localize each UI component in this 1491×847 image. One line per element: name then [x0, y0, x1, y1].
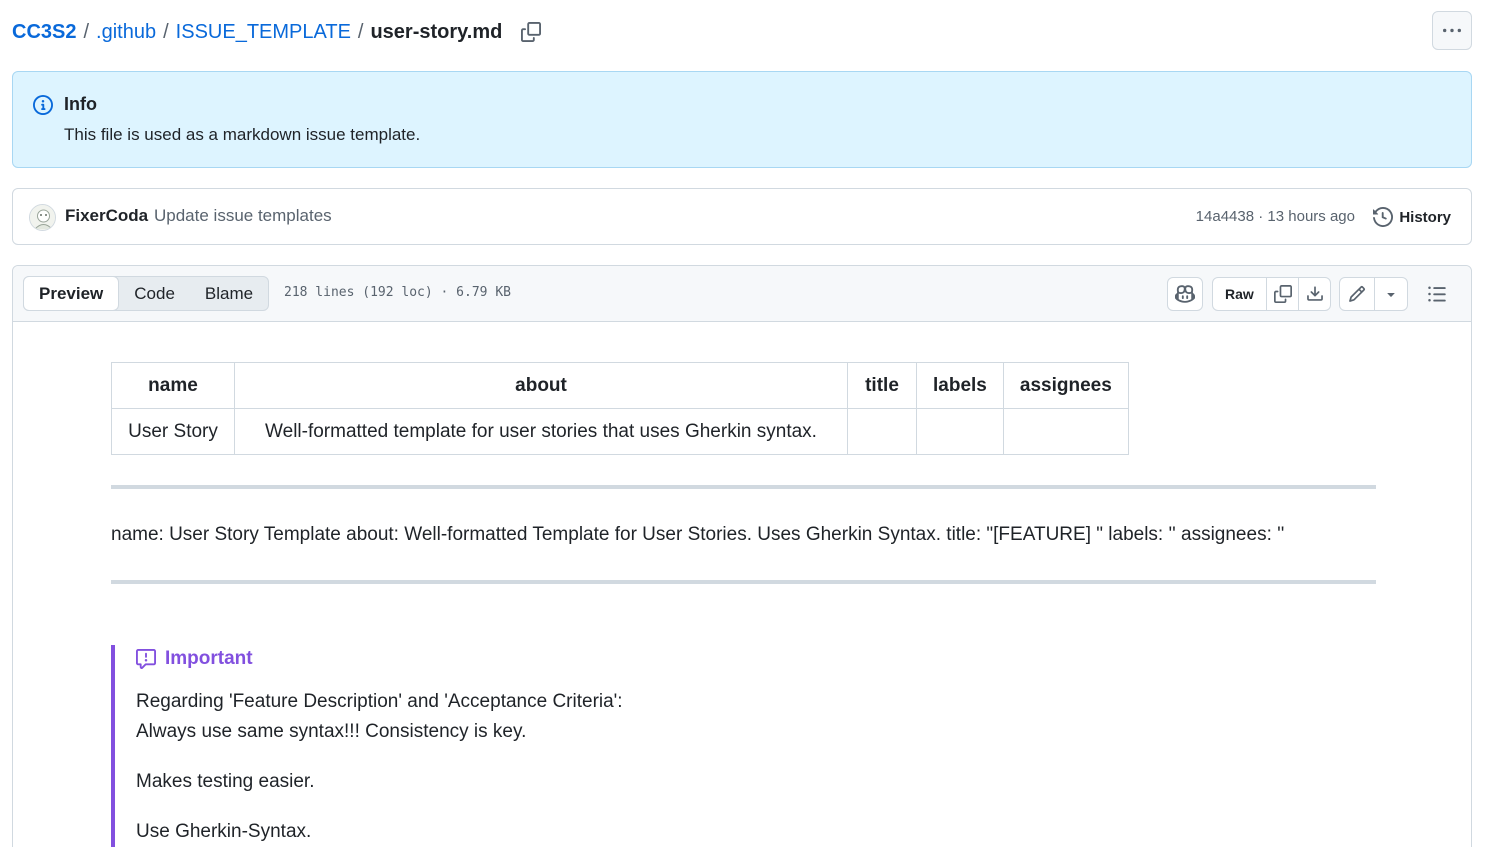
edit-options-dropdown[interactable]	[1374, 278, 1407, 310]
breadcrumb-file-name: user-story.md	[370, 20, 503, 43]
copilot-icon	[1175, 285, 1195, 303]
raw-copy-download-group: Raw	[1212, 277, 1331, 311]
commit-time: 13 hours ago	[1267, 208, 1355, 225]
raw-button[interactable]: Raw	[1213, 278, 1266, 310]
info-banner-text: This file is used as a markdown issue te…	[64, 125, 421, 144]
horizontal-rule	[111, 485, 1376, 489]
horizontal-rule	[111, 580, 1376, 584]
edit-group	[1339, 277, 1408, 311]
copy-icon	[1273, 285, 1292, 303]
view-mode-segmented-control: Preview Code Blame	[23, 276, 270, 311]
commit-message-link[interactable]: Update issue templates	[154, 206, 332, 226]
important-alert-label: Important	[165, 648, 253, 669]
file-viewer: Preview Code Blame 218 lines (192 loc) ·…	[12, 265, 1472, 847]
table-header-name: name	[111, 362, 235, 409]
front-matter-text: name: User Story Template about: Well-fo…	[111, 524, 1285, 545]
edit-file-button[interactable]	[1340, 278, 1374, 310]
table-cell-assignees	[1002, 408, 1129, 455]
info-banner-title: Info	[64, 94, 97, 114]
table-cell-about: Well-formatted template for user stories…	[234, 408, 848, 455]
table-cell-name: User Story	[111, 408, 235, 455]
breadcrumb-separator: /	[83, 20, 90, 43]
copy-icon	[521, 22, 542, 42]
info-banner: Info This file is used as a markdown iss…	[12, 71, 1472, 168]
avatar[interactable]	[29, 204, 56, 231]
front-matter-table: name about title labels assignees User S…	[111, 362, 1129, 455]
breadcrumb: CC3S2 / .github / ISSUE_TEMPLATE / user-…	[12, 18, 542, 46]
list-unordered-icon	[1428, 286, 1446, 302]
download-icon	[1306, 286, 1323, 301]
table-header-title: title	[847, 362, 917, 409]
history-icon	[1373, 207, 1394, 227]
pencil-icon	[1349, 286, 1365, 302]
latest-commit-box: FixerCoda Update issue templates 14a4438…	[12, 188, 1472, 245]
tab-blame[interactable]: Blame	[190, 277, 268, 310]
outline-button[interactable]	[1425, 282, 1449, 306]
table-header-about: about	[234, 362, 848, 409]
copilot-button[interactable]	[1167, 277, 1203, 311]
table-header-assignees: assignees	[1002, 362, 1129, 409]
copilot-cell[interactable]	[1168, 278, 1202, 310]
table-header-labels: labels	[916, 362, 1004, 409]
file-header: Preview Code Blame 218 lines (192 loc) ·…	[13, 266, 1471, 322]
history-button[interactable]: History	[1373, 204, 1451, 230]
important-line-2: Always use same syntax!!! Consistency is…	[136, 721, 527, 742]
tab-code[interactable]: Code	[119, 277, 190, 310]
tab-preview[interactable]: Preview	[23, 276, 120, 311]
breadcrumb-separator: /	[163, 20, 169, 43]
important-paragraph-2: Makes testing easier.	[136, 771, 315, 792]
history-label: History	[1399, 208, 1451, 226]
copy-raw-button[interactable]	[1265, 278, 1299, 310]
breadcrumb-github-link[interactable]: .github	[96, 21, 156, 44]
table-header-row: name about title labels assignees	[111, 362, 1129, 409]
commit-meta-dot: ·	[1258, 208, 1264, 225]
breadcrumb-repo-link[interactable]: CC3S2	[12, 21, 76, 44]
important-alert-title: Important	[136, 645, 1111, 673]
info-icon	[33, 95, 53, 115]
commit-author-link[interactable]: FixerCoda	[65, 206, 148, 226]
file-info: 218 lines (192 loc) · 6.79 KB	[284, 285, 511, 300]
report-icon	[136, 649, 156, 669]
table-cell-title	[847, 408, 917, 455]
triangle-down-icon	[1387, 293, 1395, 297]
download-button[interactable]	[1298, 278, 1330, 310]
copy-path-button[interactable]	[520, 21, 542, 43]
more-options-button[interactable]	[1432, 11, 1472, 50]
commit-meta: 14a4438 · 13 hours ago	[1196, 208, 1355, 225]
avatar-image	[30, 205, 55, 230]
important-line-1: Regarding 'Feature Description' and 'Acc…	[136, 691, 623, 712]
table-cell-labels	[916, 408, 1004, 455]
kebab-horizontal-icon	[1443, 28, 1461, 32]
breadcrumb-issue-template-link[interactable]: ISSUE_TEMPLATE	[176, 21, 351, 44]
commit-sha-link[interactable]: 14a4438	[1196, 208, 1254, 225]
breadcrumb-separator: /	[357, 20, 364, 43]
important-paragraph-3: Use Gherkin-Syntax.	[136, 821, 312, 842]
markdown-body: name about title labels assignees User S…	[111, 362, 1377, 847]
table-row: User Story Well-formatted template for u…	[111, 408, 1129, 455]
important-alert: Important Regarding 'Feature Description…	[111, 645, 1111, 847]
